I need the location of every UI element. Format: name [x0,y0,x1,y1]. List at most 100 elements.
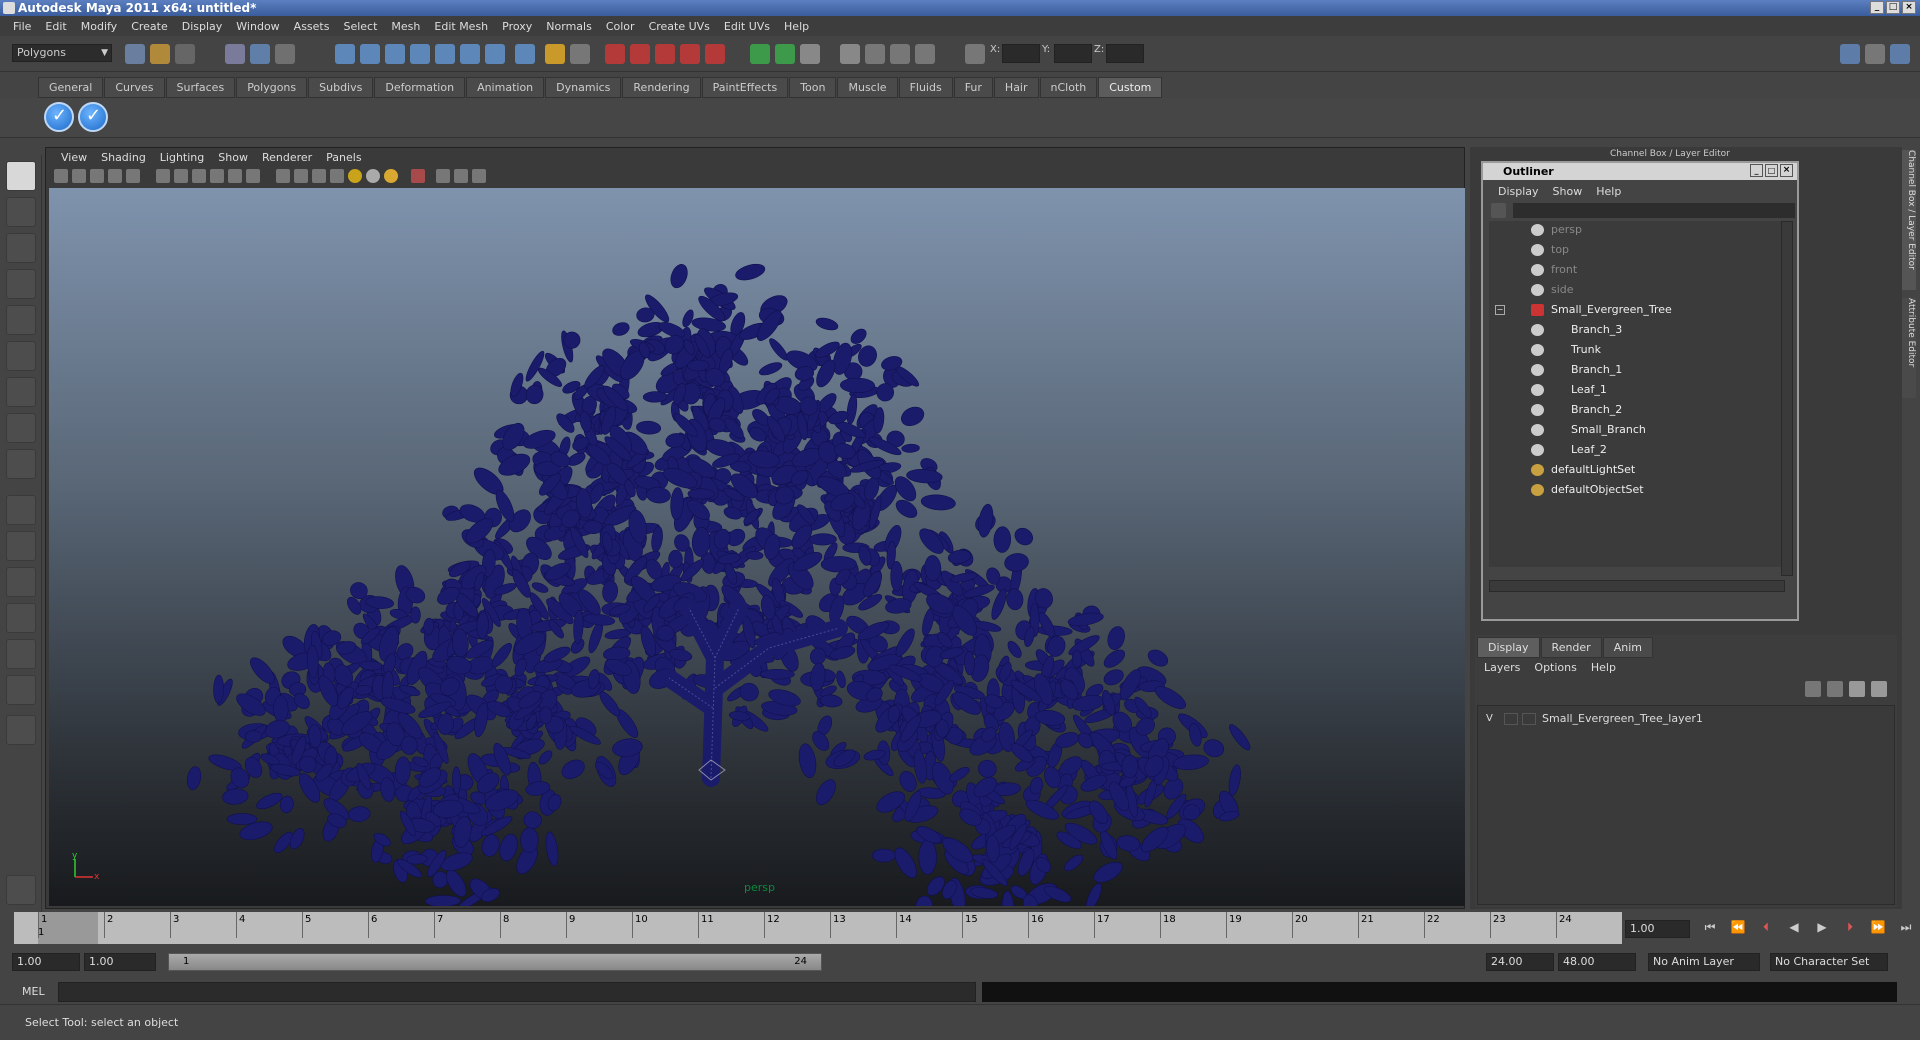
default-lighting-icon[interactable] [348,169,362,183]
outliner-menu-show[interactable]: Show [1546,185,1590,198]
hypershade-layout-icon[interactable] [6,639,36,669]
collapse-toggle-icon[interactable]: − [1495,305,1505,315]
hypershade-icon[interactable] [680,44,700,64]
new-layer-icon[interactable] [1805,681,1821,697]
shelf-tab-rendering[interactable]: Rendering [622,77,701,98]
shelf-tab-muscle[interactable]: Muscle [837,77,898,98]
save-scene-icon[interactable] [175,44,195,64]
snake-script-icon[interactable] [6,875,36,905]
shelf-tab-dynamics[interactable]: Dynamics [545,77,622,98]
menu-select[interactable]: Select [336,20,384,33]
move-tool-icon[interactable] [6,269,36,299]
time-slider[interactable]: 1 1 2 3 4 5 6 7 8 9 10 11 12 13 14 15 16 17 18 19 20 21 22 23 2… [14,912,1622,944]
viewport-menu-show[interactable]: Show [211,151,255,164]
xray-joints-icon[interactable] [454,169,468,183]
tab-display[interactable]: Display [1477,637,1540,658]
grid-icon[interactable] [156,169,170,183]
layer-visibility-toggle[interactable]: V [1486,710,1493,728]
menu-display[interactable]: Display [175,20,230,33]
isolate-select-icon[interactable] [411,169,425,183]
list-item[interactable]: Branch_1 [1489,361,1785,379]
field-chart-icon[interactable] [210,169,224,183]
viewport-menu-lighting[interactable]: Lighting [153,151,211,164]
select-by-component-icon[interactable] [275,44,295,64]
play-forwards-icon[interactable]: ▶ [1812,920,1832,938]
history-icon[interactable] [460,44,480,64]
anim-layer-dropdown[interactable]: No Anim Layer [1648,953,1760,971]
menu-create-uvs[interactable]: Create UVs [642,20,717,33]
shelf-tab-general[interactable]: General [38,77,104,98]
graph-icon[interactable] [840,44,860,64]
menu-help[interactable]: Help [777,20,816,33]
layer-color-swatch[interactable] [1522,713,1536,725]
input-mode-icon[interactable] [775,44,795,64]
list-item[interactable]: Trunk [1489,341,1785,359]
go-to-start-icon[interactable]: ⏮ [1700,920,1720,938]
shade-wireframe-icon[interactable] [312,169,326,183]
custom-shelf-check-icon-2[interactable] [78,102,108,132]
menu-edit-mesh[interactable]: Edit Mesh [427,20,495,33]
shelf-tab-painteffects[interactable]: PaintEffects [701,77,789,98]
image-plane-icon[interactable] [108,169,122,183]
list-item[interactable]: persp [1489,221,1785,239]
rotate-tool-icon[interactable] [6,305,36,335]
range-slider[interactable]: 1 24 [168,953,822,971]
command-language-label[interactable]: MEL [22,985,45,998]
viewport-menu-renderer[interactable]: Renderer [255,151,319,164]
trax-icon[interactable] [890,44,910,64]
outliner-layout-icon[interactable] [6,567,36,597]
layer-menu-help[interactable]: Help [1584,661,1623,674]
filter-icon[interactable] [1491,203,1506,218]
outliner-search-field[interactable] [1513,203,1795,218]
hypergraph-icon[interactable] [915,44,935,64]
safe-title-icon[interactable] [246,169,260,183]
outliner-menu-display[interactable]: Display [1491,185,1546,198]
backface-culling-icon[interactable] [472,169,486,183]
perspective-viewport[interactable]: y x persp [49,188,1465,906]
show-attribute-editor-icon[interactable] [1840,44,1860,64]
step-back-icon[interactable]: ⏪ [1728,920,1748,938]
x-field[interactable] [1002,44,1040,63]
outliner-vertical-scrollbar[interactable] [1781,221,1793,576]
snap-to-curve-icon[interactable] [360,44,380,64]
menu-edit-uvs[interactable]: Edit UVs [717,20,777,33]
minimize-button[interactable]: _ [1870,1,1884,14]
resolution-gate-icon[interactable] [126,169,140,183]
menu-assets[interactable]: Assets [287,20,337,33]
layer-row[interactable]: V Small_Evergreen_Tree_layer1 [1478,710,1894,728]
list-item[interactable]: − Small_Evergreen_Tree [1489,301,1785,319]
menu-set-dropdown[interactable]: Polygons ▼ [12,44,112,62]
textured-icon[interactable] [330,169,344,183]
tab-render[interactable]: Render [1540,637,1602,658]
new-layer-selected-icon[interactable] [1827,681,1843,697]
dope-sheet-layout-icon[interactable] [6,675,36,705]
lock-icon[interactable] [545,44,565,64]
select-tool-icon[interactable] [6,161,36,191]
bookmarks-icon[interactable] [90,169,104,183]
side-tab-channel-box[interactable]: Channel Box / Layer Editor [1902,150,1916,290]
shelf-tab-fluids[interactable]: Fluids [898,77,953,98]
list-item[interactable]: Branch_2 [1489,401,1785,419]
list-item[interactable]: Branch_3 [1489,321,1785,339]
camera-attributes-icon[interactable] [72,169,86,183]
list-item[interactable]: side [1489,281,1785,299]
layout-menu-icon[interactable] [6,715,36,745]
shelf-tab-deformation[interactable]: Deformation [374,77,466,98]
character-set-dropdown[interactable]: No Character Set [1770,953,1888,971]
layer-menu-options[interactable]: Options [1527,661,1583,674]
list-item[interactable]: defaultObjectSet [1489,481,1785,499]
lasso-tool-icon[interactable] [6,197,36,227]
step-forward-key-icon[interactable]: ⏵ [1840,920,1860,938]
play-backwards-icon[interactable]: ◀ [1784,920,1804,938]
side-tab-attribute-editor[interactable]: Attribute Editor [1902,298,1916,398]
select-all-icon[interactable] [570,44,590,64]
open-scene-icon[interactable] [150,44,170,64]
list-item[interactable]: Leaf_1 [1489,381,1785,399]
render-current-frame-icon[interactable] [605,44,625,64]
clipboard-icon[interactable] [800,44,820,64]
select-camera-icon[interactable] [54,169,68,183]
shelf-tab-hair[interactable]: Hair [993,77,1039,98]
dope-sheet-icon[interactable] [865,44,885,64]
outliner-menu-help[interactable]: Help [1589,185,1628,198]
menu-file[interactable]: File [6,20,38,33]
